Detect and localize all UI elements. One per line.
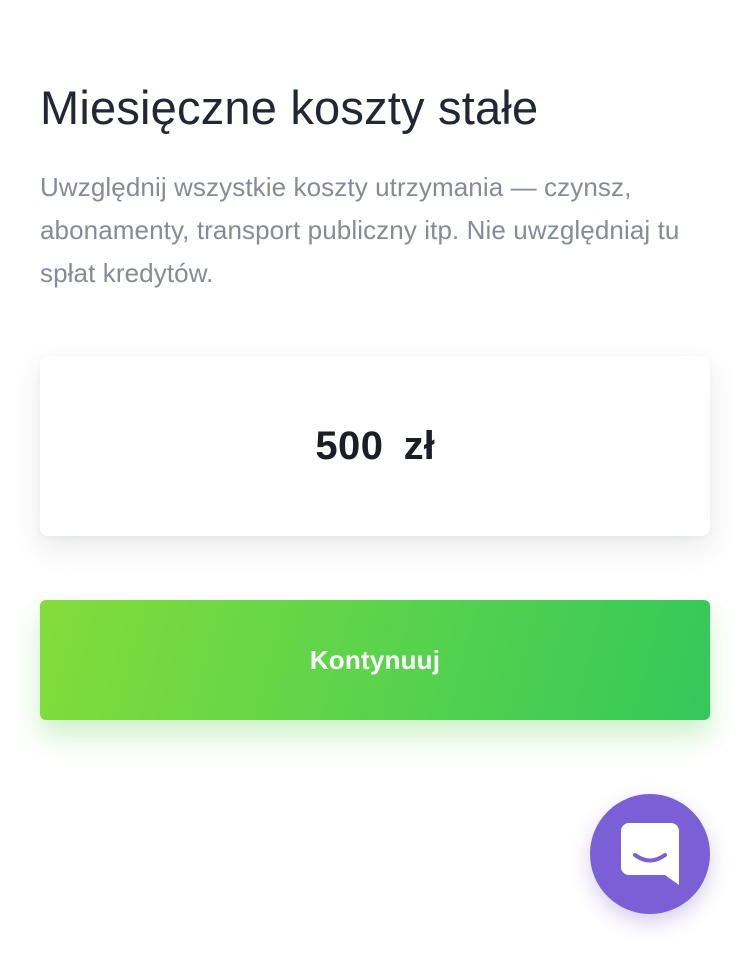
chat-bubble-icon: [621, 823, 679, 885]
currency-label: zł: [403, 423, 435, 468]
amount-value: 500: [315, 423, 384, 468]
continue-button[interactable]: Kontynuuj: [40, 600, 710, 720]
page-title: Miesięczne koszty stałe: [40, 81, 539, 134]
continue-button-label: Kontynuuj: [309, 644, 441, 675]
chat-launcher-button[interactable]: [590, 794, 710, 914]
page-description: Uwzględnij wszystkie koszty utrzymania —…: [40, 172, 680, 288]
amount-input[interactable]: 500 zł: [40, 356, 710, 536]
